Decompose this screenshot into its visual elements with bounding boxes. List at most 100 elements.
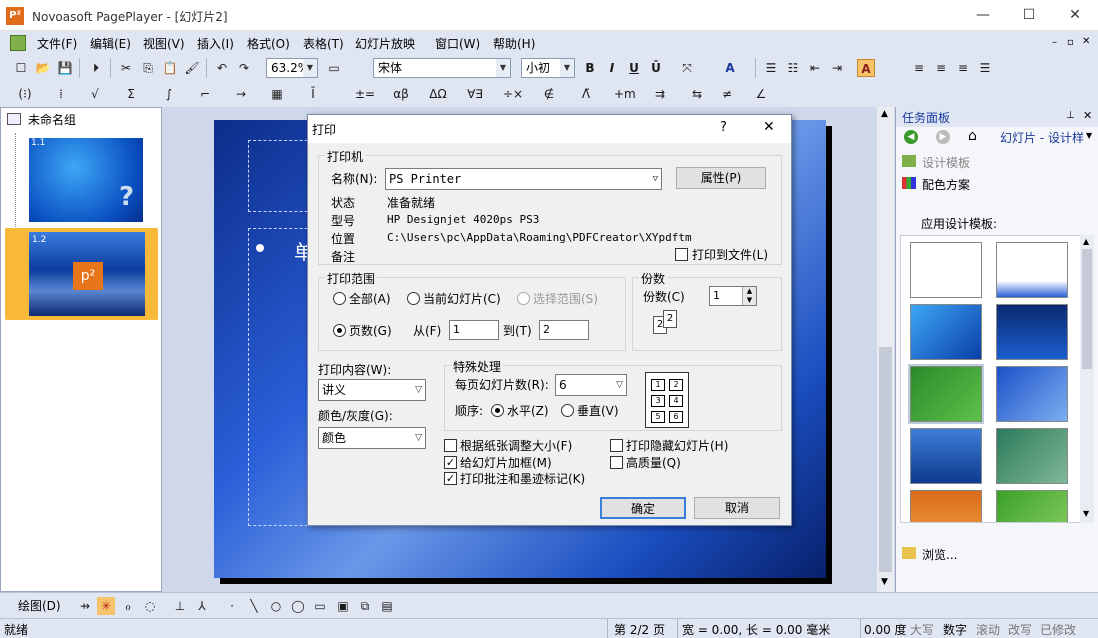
color-select[interactable]: 颜色 ▽ xyxy=(318,427,426,449)
circle-icon[interactable]: ◯ xyxy=(289,597,307,615)
scroll-thumb[interactable] xyxy=(879,347,892,572)
layout-icon[interactable]: ▭ xyxy=(325,59,343,77)
highlight-icon[interactable]: A xyxy=(857,59,875,77)
pane-selector[interactable]: 幻灯片 - 设计样 xyxy=(1000,129,1084,146)
draw-menu[interactable]: 绘图(D) xyxy=(18,597,61,614)
mdi-restore-icon[interactable]: ▫ xyxy=(1067,37,1074,48)
copies-spinner[interactable]: ▲ ▼ xyxy=(742,287,756,305)
font-size-combo[interactable]: 小初 ▼ xyxy=(521,58,575,78)
printer-name-select[interactable]: PS Printer ▽ xyxy=(385,168,662,190)
menu-file[interactable]: 文件(F) xyxy=(37,35,77,52)
close-window-button[interactable]: ✕ xyxy=(1052,0,1098,31)
cut-icon[interactable]: ✂ xyxy=(117,59,135,77)
font-color-icon[interactable]: A xyxy=(721,59,739,77)
nodes-icon[interactable]: ℴ xyxy=(119,597,137,615)
from-input[interactable]: 1 xyxy=(449,320,499,340)
scroll-up-icon[interactable]: ▲ xyxy=(881,109,888,119)
frame-slides-checkbox[interactable]: ✓ xyxy=(444,456,457,469)
print-hidden-checkbox[interactable] xyxy=(610,439,623,452)
embellish-icon[interactable]: ⇆ xyxy=(688,85,706,103)
slide-thumbnail-1[interactable]: 1.1 ? xyxy=(23,136,153,224)
menu-window[interactable]: 窗口(W) xyxy=(435,35,480,52)
template-thumb[interactable] xyxy=(910,428,982,484)
fraction-icon[interactable]: ⁞ xyxy=(52,85,70,103)
greek-lower-icon[interactable]: αβ xyxy=(392,85,410,103)
connector-icon[interactable]: ⅄ xyxy=(193,597,211,615)
scroll-down-icon[interactable]: ▼ xyxy=(881,577,888,587)
slide-thumbnail-2[interactable]: 1.2 p² xyxy=(5,228,158,320)
scroll-thumb[interactable] xyxy=(1082,249,1092,369)
template-thumb[interactable] xyxy=(910,242,982,298)
close-icon[interactable]: ✕ xyxy=(763,119,775,135)
rotate-icon[interactable]: ✳ xyxy=(97,597,115,615)
template-thumb[interactable] xyxy=(996,490,1068,522)
menu-insert[interactable]: 插入(I) xyxy=(197,35,234,52)
menu-view[interactable]: 视图(V) xyxy=(143,35,185,52)
angle-icon[interactable]: ∠ xyxy=(752,85,770,103)
paste-icon[interactable]: 📋 xyxy=(161,59,179,77)
chevron-down-icon[interactable]: ▼ xyxy=(1086,131,1092,140)
numbered-list-icon[interactable]: ☰ xyxy=(762,59,780,77)
range-pages-radio[interactable] xyxy=(333,324,346,337)
copy-icon[interactable]: ⎘ xyxy=(139,59,157,77)
sum-icon[interactable]: Σ xyxy=(122,85,140,103)
template-thumb[interactable] xyxy=(996,304,1068,360)
browse-link[interactable]: 浏览... xyxy=(922,546,957,563)
zoom-combo[interactable]: 63.2% ▼ xyxy=(266,58,318,78)
template-thumb[interactable] xyxy=(996,242,1068,298)
sets-icon[interactable]: ∉ xyxy=(540,85,558,103)
spacing-icon[interactable]: ⇉ xyxy=(651,85,669,103)
bold-icon[interactable]: B xyxy=(581,59,599,77)
undo-icon[interactable]: ↶ xyxy=(213,59,231,77)
justify-icon[interactable]: ☰ xyxy=(976,59,994,77)
menu-slideshow[interactable]: 幻灯片放映 xyxy=(355,35,415,52)
to-input[interactable]: 2 xyxy=(539,320,589,340)
vertical-radio[interactable] xyxy=(561,404,574,417)
print-comments-checkbox[interactable]: ✓ xyxy=(444,472,457,485)
ok-button[interactable]: 确定 xyxy=(600,497,686,519)
template-thumb[interactable] xyxy=(910,490,982,522)
menu-format[interactable]: 格式(O) xyxy=(247,35,290,52)
overbar-icon[interactable]: Ī xyxy=(304,85,322,103)
greek-upper-icon[interactable]: ΔΩ xyxy=(429,85,447,103)
minimize-button[interactable]: — xyxy=(960,0,1006,31)
per-page-select[interactable]: 6 ▽ xyxy=(555,374,627,396)
format-painter-icon[interactable]: 🖌 xyxy=(183,59,201,77)
back-icon[interactable]: ◀ xyxy=(904,130,918,144)
axis-icon[interactable]: ⊥ xyxy=(171,597,189,615)
template-thumb[interactable] xyxy=(910,304,982,360)
parentheses-icon[interactable]: (⁝) xyxy=(16,85,34,103)
gallery-scrollbar[interactable]: ▲ ▼ xyxy=(1080,235,1094,523)
high-quality-checkbox[interactable] xyxy=(610,456,623,469)
align-left-icon[interactable]: ≡ xyxy=(910,59,928,77)
menu-help[interactable]: 帮助(H) xyxy=(493,35,535,52)
italic-icon[interactable]: I xyxy=(603,59,621,77)
range-all-radio[interactable] xyxy=(333,292,346,305)
menu-table[interactable]: 表格(T) xyxy=(303,35,344,52)
range-selection-radio[interactable] xyxy=(517,292,530,305)
increase-indent-icon[interactable]: ⇥ xyxy=(828,59,846,77)
bracket-icon[interactable]: ⌐ xyxy=(196,85,214,103)
template-thumb[interactable] xyxy=(996,428,1068,484)
integral-icon[interactable]: ∫ xyxy=(160,85,178,103)
font-combo[interactable]: 宋体 ▼ xyxy=(373,58,511,78)
logic-icon[interactable]: ∀∃ xyxy=(466,85,484,103)
home-icon[interactable]: ⌂ xyxy=(968,128,977,144)
align-right-icon[interactable]: ≡ xyxy=(954,59,972,77)
ellipse-icon[interactable]: ○ xyxy=(267,597,285,615)
template-thumb[interactable] xyxy=(908,364,984,424)
scroll-down-icon[interactable]: ▼ xyxy=(1083,509,1089,518)
arrow-icon[interactable]: → xyxy=(232,85,250,103)
print-content-select[interactable]: 讲义 ▽ xyxy=(318,379,426,401)
operators-icon[interactable]: ÷× xyxy=(503,85,523,103)
forward-icon[interactable]: ▶ xyxy=(936,130,950,144)
decrease-indent-icon[interactable]: ⇤ xyxy=(806,59,824,77)
scroll-up-icon[interactable]: ▲ xyxy=(1083,237,1089,246)
design-template-link[interactable]: 设计模板 xyxy=(922,154,970,171)
insert-frame-icon[interactable]: ⧉ xyxy=(356,597,374,615)
template-thumb[interactable] xyxy=(996,366,1068,422)
save-icon[interactable]: 💾 xyxy=(56,59,74,77)
rectangle-icon[interactable]: ▭ xyxy=(311,597,329,615)
matrix-icon[interactable]: ▦ xyxy=(268,85,286,103)
line-icon[interactable]: ╲ xyxy=(245,597,263,615)
